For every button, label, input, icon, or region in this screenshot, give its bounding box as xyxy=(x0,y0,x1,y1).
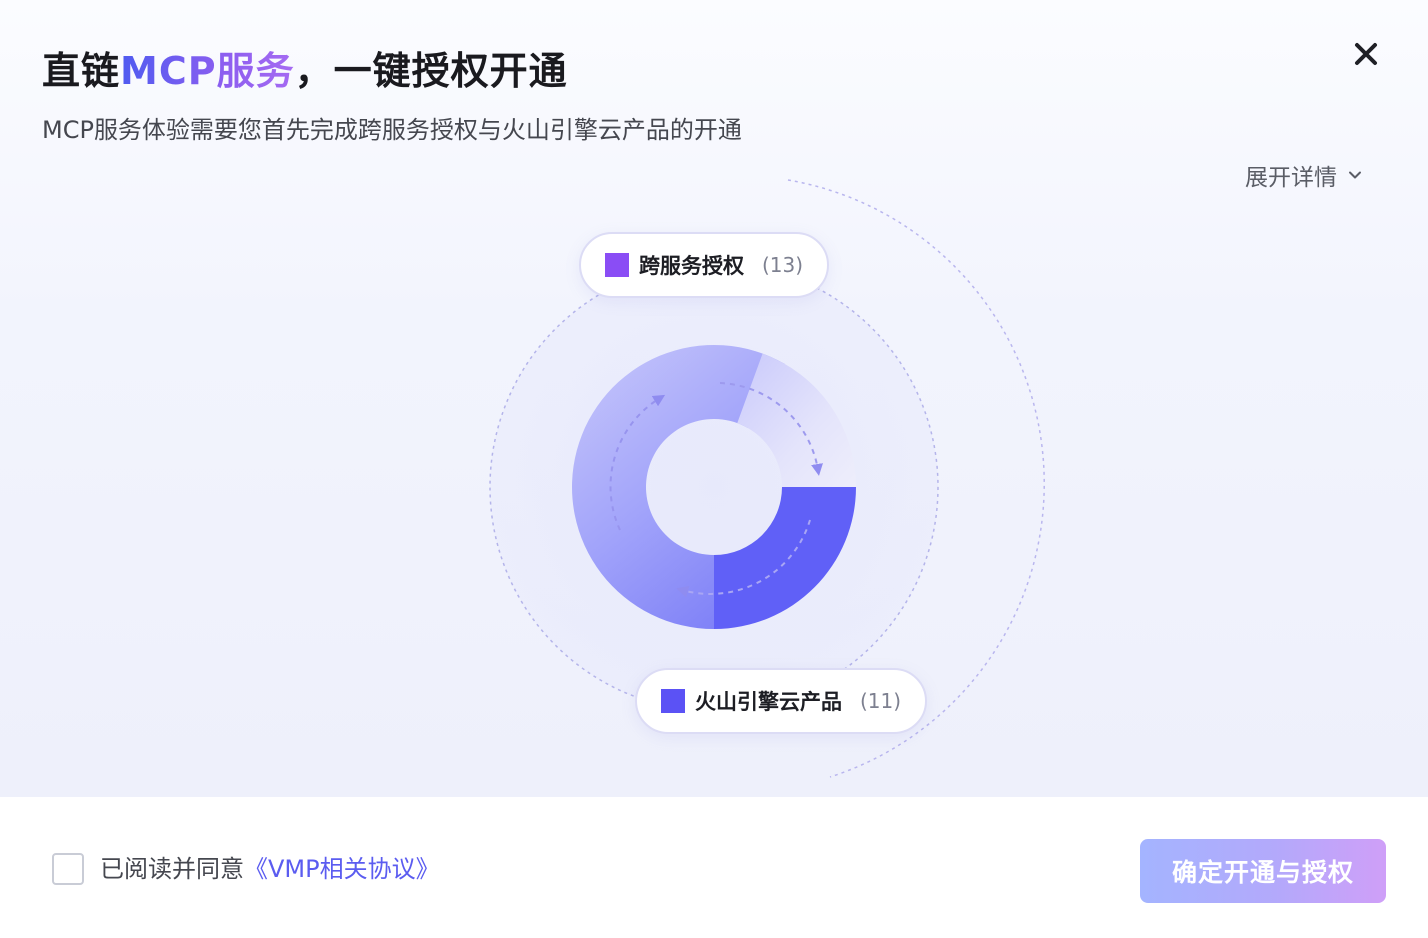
legend-label: 火山引擎云产品 xyxy=(695,690,842,714)
legend-swatch-blue xyxy=(661,689,685,713)
agreement-text: 已阅读并同意《VMP相关协议》 xyxy=(100,853,440,885)
dialog-footer: 已阅读并同意《VMP相关协议》 确定开通与授权 xyxy=(0,797,1428,938)
agreement-link[interactable]: 《VMP相关协议》 xyxy=(244,855,440,883)
dialog-header-area: 直链MCP服务，一键授权开通 MCP服务体验需要您首先完成跨服务授权与火山引擎云… xyxy=(0,0,1428,797)
agree-checkbox[interactable] xyxy=(52,853,84,885)
legend-pill-cloud-products: 火山引擎云产品 (11) xyxy=(635,668,928,734)
legend-swatch-purple xyxy=(605,253,629,277)
halo-disc xyxy=(490,263,938,711)
legend-pill-cross-service-auth: 跨服务授权 (13) xyxy=(579,232,830,298)
auth-dialog: 直链MCP服务，一键授权开通 MCP服务体验需要您首先完成跨服务授权与火山引擎云… xyxy=(0,0,1428,938)
legend-label: 跨服务授权 xyxy=(639,254,744,278)
legend-count: (11) xyxy=(860,689,902,713)
agree-label: 已阅读并同意 xyxy=(100,855,244,883)
legend-count: (13) xyxy=(762,253,804,277)
confirm-activate-button[interactable]: 确定开通与授权 xyxy=(1140,839,1386,903)
